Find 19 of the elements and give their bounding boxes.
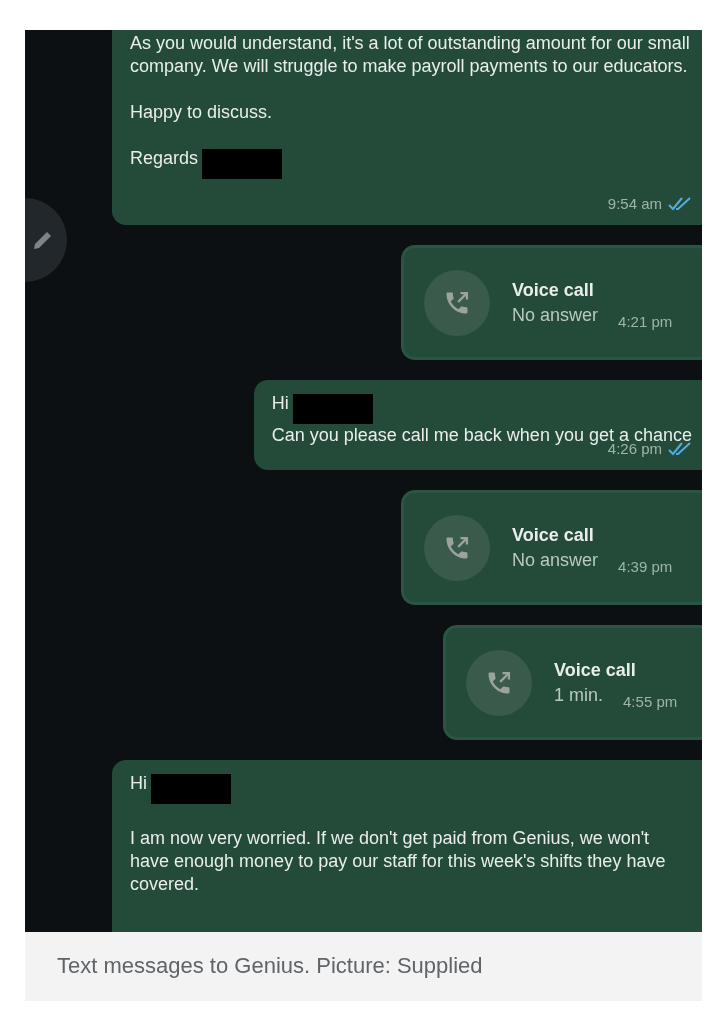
call-status: No answer: [512, 548, 599, 572]
message-time: 4:21 pm: [618, 311, 673, 332]
double-check-icon: [668, 441, 692, 456]
message-text: Hi: [271, 392, 289, 415]
message-time: 4:55 pm: [623, 691, 678, 712]
call-title: Voice call: [512, 523, 595, 547]
message-text: Regards: [130, 147, 199, 170]
image-caption: Text messages to Genius. Picture: Supplied: [25, 932, 702, 1001]
message-time: 4:39 pm: [618, 556, 673, 577]
message-text: Hi: [130, 772, 147, 795]
call-title: Voice call: [554, 658, 637, 682]
call-status: 1 min.: [554, 683, 604, 707]
call-status: No answer: [512, 303, 599, 327]
message-time: 9:54 am: [607, 194, 662, 214]
message-text: I am now very worried. If we don't get paid from Genius, we won't have enough money to pay our staff for this week's shifts they have covered.: [130, 827, 667, 896]
call-title: Voice call: [512, 278, 595, 302]
message-text: As you would understand, it's a lot of outstanding amount for our small company. We will struggle to make payroll payments to our educators.: [130, 32, 691, 78]
double-check-icon: [668, 196, 692, 211]
message-text: Happy to discuss.: [130, 101, 273, 124]
